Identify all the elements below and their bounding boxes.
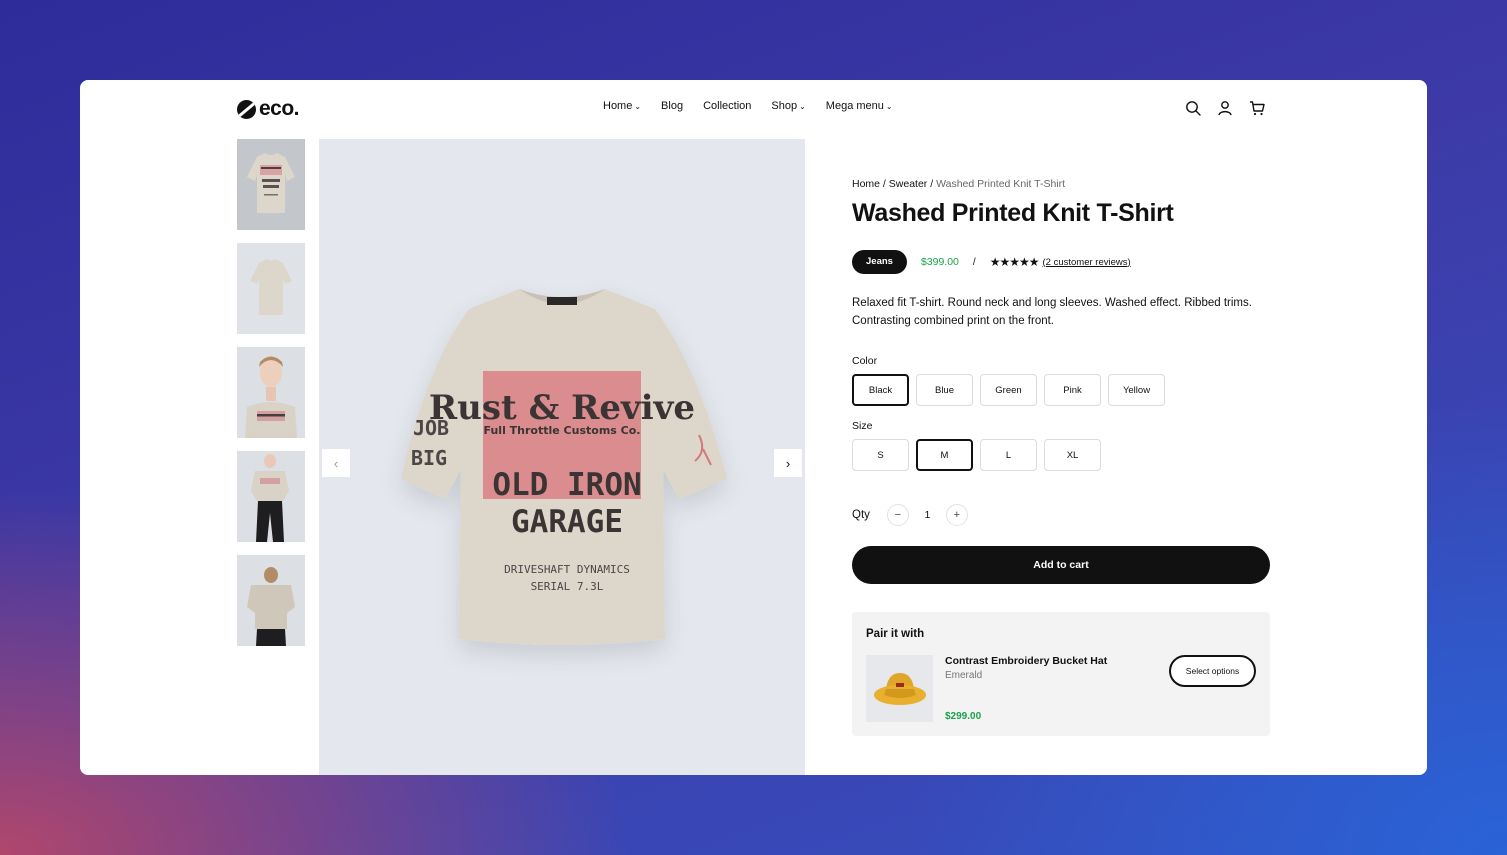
quantity-value[interactable]: 1 [909, 509, 946, 521]
chevron-down-icon: ⌄ [885, 101, 893, 111]
print-line-old-iron: OLD IRON [492, 467, 641, 503]
thumbnail-4[interactable] [237, 451, 305, 542]
product-details: Home / Sweater / Washed Printed Knit T-S… [852, 178, 1270, 736]
nav-mega-menu[interactable]: Mega menu ⌄ [826, 100, 893, 112]
quantity-increase-button[interactable]: + [945, 504, 968, 526]
size-option-l[interactable]: L [980, 439, 1037, 471]
chevron-down-icon: ⌄ [634, 101, 642, 111]
nav-home-label: Home [603, 100, 633, 112]
size-options: S M L XL [852, 439, 1270, 471]
size-option-s[interactable]: S [852, 439, 909, 471]
quantity-stepper: Qty − 1 + [852, 504, 1270, 526]
sleeve-print-big: BIG [411, 446, 447, 470]
thumbnail-5[interactable] [237, 555, 305, 646]
tshirt-illustration: Rust & Revive Full Throttle Customs Co. … [401, 289, 727, 645]
rating-stars-icon: ★★★★★ [989, 255, 1040, 269]
chevron-down-icon: ⌄ [799, 101, 806, 111]
logo-mark-icon [237, 99, 256, 119]
print-subtitle: Full Throttle Customs Co. [484, 424, 641, 437]
chevron-left-icon: ‹ [333, 455, 339, 471]
model-back-thumbnail [237, 555, 305, 646]
size-option-xl[interactable]: XL [1044, 439, 1101, 471]
meta-separator: / [972, 256, 976, 268]
thumbnail-1[interactable] [237, 139, 305, 230]
product-price: $399.00 [920, 256, 959, 268]
bucket-hat-illustration [866, 655, 933, 722]
product-description: Relaxed fit T-shirt. Round neck and long… [852, 297, 1252, 327]
print-line-driveshaft: DRIVESHAFT DYNAMICS [504, 563, 630, 576]
breadcrumb-home[interactable]: Home [852, 178, 880, 190]
size-label: Size [852, 420, 873, 432]
reviews-link[interactable]: (2 customer reviews) [1042, 257, 1130, 268]
user-icon[interactable] [1217, 100, 1233, 116]
breadcrumb-separator: / [880, 178, 889, 190]
color-option-yellow[interactable]: Yellow [1108, 374, 1165, 406]
thumbnail-list [237, 139, 305, 646]
nav-shop[interactable]: Shop ⌄ [771, 100, 805, 112]
breadcrumb-separator: / [927, 178, 937, 190]
quantity-decrease-button[interactable]: − [886, 504, 909, 526]
color-options: Black Blue Green Pink Yellow [852, 374, 1270, 406]
breadcrumb-current: Washed Printed Knit T-Shirt [936, 178, 1066, 190]
model-full-thumbnail [237, 451, 305, 542]
nav-blog[interactable]: Blog [661, 100, 683, 112]
thumbnail-3[interactable] [237, 347, 305, 438]
next-image-button[interactable]: › [774, 449, 802, 477]
select-options-button[interactable]: Select options [1169, 655, 1256, 687]
tee-back-thumbnail [237, 243, 305, 334]
breadcrumb-category[interactable]: Sweater [889, 178, 928, 190]
header-actions [1185, 100, 1265, 116]
color-option-green[interactable]: Green [980, 374, 1037, 406]
storefront-window: eco. Home ⌄ Blog Collection Shop ⌄ Mega … [80, 80, 1427, 775]
quantity-label: Qty [852, 509, 870, 521]
nav-shop-label: Shop [771, 100, 798, 112]
product-title: Washed Printed Knit T-Shirt [852, 199, 1174, 227]
nav-mega-menu-label: Mega menu [825, 100, 884, 112]
nav-collection-label: Collection [703, 100, 752, 112]
thumbnail-2[interactable] [237, 243, 305, 334]
pair-product-price: $299.00 [945, 711, 982, 722]
size-option-m[interactable]: M [916, 439, 973, 471]
logo[interactable]: eco. [237, 97, 300, 121]
nav-home[interactable]: Home ⌄ [603, 100, 641, 112]
main-product-image: Rust & Revive Full Throttle Customs Co. … [319, 139, 805, 775]
category-badge[interactable]: Jeans [852, 250, 907, 274]
print-line-garage: GARAGE [511, 504, 623, 540]
print-line-serial: SERIAL 7.3L [531, 580, 604, 593]
pair-product-image[interactable] [866, 655, 933, 722]
pair-it-with-card: Pair it with Contrast Embroidery Bucket … [852, 612, 1270, 736]
print-title: Rust & Revive [429, 388, 695, 428]
search-icon[interactable] [1185, 100, 1201, 116]
color-option-blue[interactable]: Blue [916, 374, 973, 406]
add-to-cart-button[interactable]: Add to cart [852, 546, 1270, 584]
product-meta: Jeans $399.00 / ★★★★★ (2 customer review… [852, 250, 1270, 274]
pair-product-name[interactable]: Contrast Embroidery Bucket Hat [945, 655, 1107, 667]
pair-title: Pair it with [866, 628, 925, 640]
prev-image-button[interactable]: ‹ [322, 449, 350, 477]
nav-collection[interactable]: Collection [703, 100, 751, 112]
nav-blog-label: Blog [661, 100, 684, 112]
breadcrumb: Home / Sweater / Washed Printed Knit T-S… [852, 178, 1270, 190]
chevron-right-icon: › [785, 455, 791, 471]
main-nav: Home ⌄ Blog Collection Shop ⌄ Mega menu … [603, 100, 893, 112]
color-label: Color [852, 355, 878, 367]
model-front-thumbnail [237, 347, 305, 438]
pair-product-variant: Emerald [945, 670, 983, 681]
tee-flat-thumbnail [237, 139, 305, 230]
color-option-black[interactable]: Black [852, 374, 909, 406]
color-option-pink[interactable]: Pink [1044, 374, 1101, 406]
sleeve-print-job: JOB [413, 416, 449, 440]
logo-text: eco. [259, 97, 300, 120]
cart-icon[interactable] [1249, 100, 1265, 116]
